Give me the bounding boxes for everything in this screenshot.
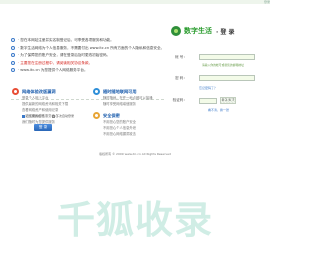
username-hint: 请输入你的帐号或者您的邮箱地址 xyxy=(202,63,244,67)
remember-checkbox[interactable] xyxy=(22,114,25,118)
captcha-input[interactable] xyxy=(199,97,217,104)
feature-title: 网络体验改版漏洞 xyxy=(22,88,56,94)
top-corner-link[interactable]: 登录 xyxy=(260,0,270,4)
password-input[interactable] xyxy=(199,75,255,81)
captcha-image[interactable]: 8 2 6 7 xyxy=(220,97,236,104)
login-options: 记住我的帐号 下次自动登录 xyxy=(22,114,74,118)
forgot-password-link[interactable]: 忘记密码了？ xyxy=(199,86,217,90)
feature-title: 安全保密 xyxy=(103,112,120,118)
username-label: 帐 号： xyxy=(175,54,187,59)
bullet-icon xyxy=(11,68,15,72)
experience-icon xyxy=(12,88,19,95)
notice-item: · 您在本网站注册并实名制登记后，可享受各项服务和功能。 xyxy=(11,37,167,45)
auto-login-checkbox[interactable] xyxy=(52,114,56,118)
globe-icon xyxy=(93,88,100,95)
login-box: 数字生活 · 登 录 帐 号： 请输入你的帐号或者您的邮箱地址 密 码： 忘记密… xyxy=(171,24,269,128)
feature-block-experience: 网络体验改版漏洞 登录个人网上平台 提供最新的网络资讯和相关下载 查看网络资产和… xyxy=(12,88,92,125)
notice-text: · www.itc.cn 为您提供个人网络服务平台。 xyxy=(18,68,88,72)
top-bar: 登录 xyxy=(0,0,270,4)
feature-block-connectivity: 随时随地联网可用 随时随地，在任一地点都可以接通 随时享受网络增值服务 xyxy=(93,88,173,107)
username-row: 帐 号： xyxy=(171,54,255,60)
feature-item: 随时享受网络增值服务 xyxy=(103,102,136,106)
username-input[interactable] xyxy=(199,54,255,60)
notice-text: · 为了保障您的账户安全，请在登录后及时更改初始密码。 xyxy=(18,53,111,57)
bullet-icon xyxy=(11,45,15,50)
notice-text: · 您在本网站注册并实名制登记后，可享受各项服务和功能。 xyxy=(18,38,114,42)
footer-copyright: 版权所有 © 2009 www.itc.cn All Rights Reserv… xyxy=(99,152,171,156)
lock-icon xyxy=(93,112,100,119)
notice-item: · 为了保障您的账户安全，请在登录后及时更改初始密码。 xyxy=(11,52,167,60)
notice-text: · 数字生活网络为个人信息服务，不需要付出 www.itc.cn 所有方面的个人… xyxy=(18,45,165,50)
captcha-row: 验证码： 8 2 6 7 xyxy=(171,97,236,104)
login-button[interactable]: 登 录 xyxy=(34,124,52,131)
bullet-icon xyxy=(11,38,15,42)
feature-block-security: 安全保密 不用担心您的账户安全 不用担心个人信息外泄 不用担心网络漏洞攻击 xyxy=(93,112,173,137)
captcha-label: 验证码： xyxy=(172,98,187,102)
feature-item: 我们随时为您提供服务 xyxy=(22,120,55,124)
login-header: 数字生活 · 登 录 xyxy=(171,24,269,38)
notice-text: · 主要您在注册过程中，请阅读相关协议条款。 xyxy=(18,60,93,65)
remember-label: 记住我的帐号 xyxy=(26,114,45,118)
bullet-icon xyxy=(11,60,15,65)
bullet-icon xyxy=(11,53,15,57)
password-row: 密 码： xyxy=(171,75,255,81)
feature-item: 不用担心网络漏洞攻击 xyxy=(103,132,136,136)
notice-item: · 数字生活网络为个人信息服务，不需要付出 www.itc.cn 所有方面的个人… xyxy=(11,45,167,53)
feature-title: 随时随地联网可用 xyxy=(103,88,137,94)
auto-login-label: 下次自动登录 xyxy=(56,114,75,118)
refresh-captcha-link[interactable]: 看不清，换一张 xyxy=(208,108,229,112)
password-label: 密 码： xyxy=(175,75,187,80)
login-title: · 登 录 xyxy=(216,28,235,36)
notice-item: · www.itc.cn 为您提供个人网络服务平台。 xyxy=(11,67,167,75)
brand-logo-icon xyxy=(171,26,181,36)
brand-name: 数字生活 xyxy=(184,27,212,35)
watermark: 千狐收录 xyxy=(56,197,213,242)
notice-list: · 您在本网站注册并实名制登记后，可享受各项服务和功能。 · 数字生活网络为个人… xyxy=(11,37,167,75)
notice-item-red: · 主要您在注册过程中，请阅读相关协议条款。 xyxy=(11,60,167,68)
